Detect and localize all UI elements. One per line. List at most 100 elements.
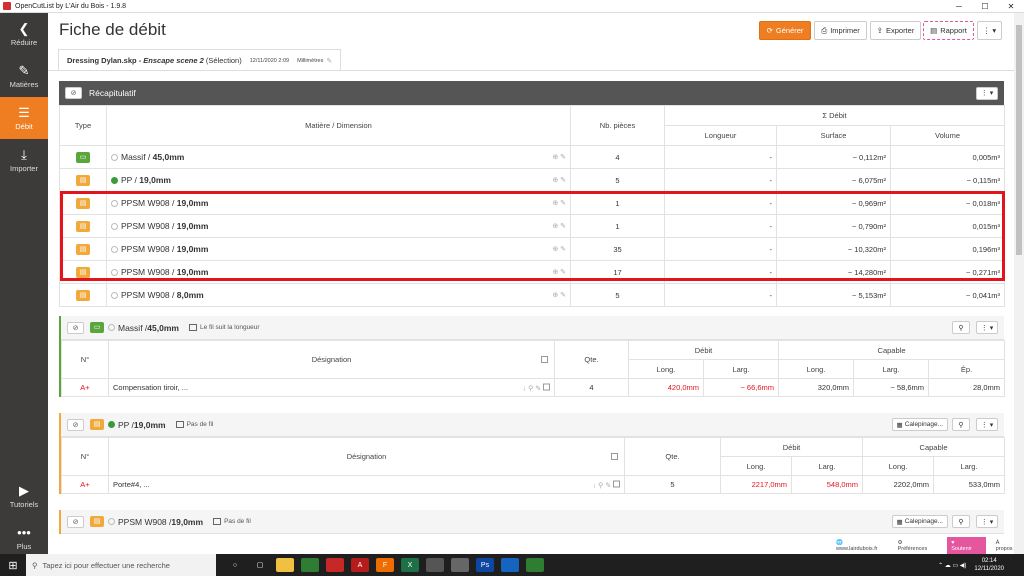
row-actions[interactable]: ⊕ ✎ bbox=[552, 153, 566, 161]
row-actions[interactable]: ⊕ ✎ bbox=[552, 245, 566, 253]
print-button[interactable]: ⎙ Imprimer bbox=[814, 21, 867, 40]
section-material-name: PPSM W908 / bbox=[118, 516, 172, 527]
document-tab[interactable]: Dressing Dylan.skp - Enscape scene 2 (Sé… bbox=[58, 49, 342, 71]
select-all-checkbox[interactable] bbox=[541, 356, 548, 363]
surface-cell: ~ 5,153m² bbox=[776, 283, 891, 307]
scrollbar[interactable] bbox=[1014, 13, 1024, 554]
close-icon[interactable]: ✕ bbox=[998, 2, 1024, 11]
calepinage-button[interactable]: ▦ Calepinage... bbox=[891, 515, 948, 528]
windows-start-icon[interactable]: ⊞ bbox=[0, 554, 26, 576]
sidebar-item-materials[interactable]: ✎ Matières bbox=[0, 55, 48, 97]
row-actions[interactable]: ↓ ⚲ ✎ bbox=[523, 383, 550, 392]
preferences-link[interactable]: ⚙ Préférences bbox=[898, 540, 938, 552]
clock[interactable]: 02:14 12/11/2020 bbox=[974, 557, 1004, 573]
col-designation: Désignation bbox=[108, 437, 625, 476]
about-link[interactable]: À propos bbox=[996, 540, 1014, 552]
row-actions[interactable]: ⊕ ✎ bbox=[552, 291, 566, 299]
col-capable-long: Long. bbox=[862, 456, 935, 476]
maximize-icon[interactable]: ☐ bbox=[972, 2, 998, 11]
row-actions[interactable]: ⊕ ✎ bbox=[552, 268, 566, 276]
pin-icon[interactable]: ⚲ bbox=[952, 515, 970, 528]
table-row[interactable]: A+ Compensation tiroir, ... ↓ ⚲ ✎ 4 420,0… bbox=[61, 378, 1006, 397]
tray-icons[interactable]: ⌃ ☁ ▭ ◀) bbox=[938, 562, 966, 569]
col-qty: Qte. bbox=[554, 340, 629, 379]
taskbar-search[interactable]: ⚲ Tapez ici pour effectuer une recherche bbox=[26, 554, 216, 576]
section-header: ⊘ ▭ Massif / 45,0mm Le fil suit la longu… bbox=[61, 316, 1004, 340]
website-link[interactable]: 🌐 www.lairdubois.fr bbox=[836, 540, 888, 552]
select-all-checkbox[interactable] bbox=[611, 453, 618, 460]
volume-cell: ~ 0,041m³ bbox=[889, 283, 1006, 307]
sidebar-item-reduce[interactable]: ❮ Réduire bbox=[0, 13, 48, 55]
table-row[interactable]: ▤ PPSM W908 / 19,0mm ⊕ ✎ 1- ~ 0,790m² 0,015m³ bbox=[59, 214, 1006, 238]
photoshop-icon[interactable]: Ps bbox=[476, 558, 494, 572]
generate-button[interactable]: ⟳ Générer bbox=[759, 21, 811, 40]
sidebar-item-import[interactable]: ⤓ Importer bbox=[0, 139, 48, 181]
summary-menu-button[interactable]: ⋮ ▾ bbox=[976, 86, 998, 100]
section-menu-button[interactable]: ⋮ ▾ bbox=[976, 321, 998, 334]
sheet-good-icon: ▤ bbox=[76, 243, 90, 255]
page-header: Fiche de débit ⟳ Générer ⎙ Imprimer ⇪ Expor… bbox=[48, 13, 1014, 47]
table-row[interactable]: ▤ PP / 19,0mm ⊕ ✎ 5- ~ 6,075m² ~ 0,115m³ bbox=[59, 168, 1006, 192]
part-num: A+ bbox=[61, 475, 109, 494]
eye-slash-icon[interactable]: ⊘ bbox=[65, 87, 82, 99]
table-row[interactable]: ▤ PPSM W908 / 19,0mm ⊕ ✎ 35- ~ 10,320m² 0,196… bbox=[59, 237, 1006, 261]
section-header: ⊘ ▤ PP / 19,0mm Pas de fil ▦ Calepinage..… bbox=[61, 413, 1004, 437]
table-row[interactable]: ▤ PPSM W908 / 8,0mm ⊕ ✎ 5- ~ 5,153m² ~ 0,041m… bbox=[59, 283, 1006, 307]
table-row[interactable]: ▭ Massif / 45,0mm ⊕ ✎ 4- ~ 0,112m² 0,005m³ bbox=[59, 145, 1006, 169]
count-cell: 1 bbox=[570, 191, 665, 215]
section-header: ⊘ ▤ PPSM W908 / 19,0mm Pas de fil ▦ Calep… bbox=[61, 510, 1004, 534]
file-explorer-icon[interactable] bbox=[276, 558, 294, 572]
row-actions[interactable]: ⊕ ✎ bbox=[552, 176, 566, 184]
app-icon-generic[interactable] bbox=[451, 558, 469, 572]
col-qty: Qte. bbox=[624, 437, 721, 476]
doc-unit: Millimètres bbox=[297, 57, 324, 64]
parts-table: N° Désignation Qte. Débit Capable Long. … bbox=[61, 437, 1006, 494]
table-row[interactable]: ▤ PPSM W908 / 19,0mm ⊕ ✎ 17- ~ 14,280m² ~ 0,2… bbox=[59, 260, 1006, 284]
report-button[interactable]: ▤ Rapport bbox=[923, 21, 974, 40]
count-cell: 5 bbox=[570, 168, 665, 192]
pin-icon[interactable]: ⚲ bbox=[952, 418, 970, 431]
material-color-dot bbox=[111, 177, 118, 185]
part-capable-long: 2202,0mm bbox=[862, 475, 935, 494]
row-actions[interactable]: ⊕ ✎ bbox=[552, 199, 566, 207]
part-designation: Compensation tiroir, ... ↓ ⚲ ✎ bbox=[108, 378, 555, 397]
sidebar: ❮ Réduire ✎ Matières ☰ Débit ⤓ Importer … bbox=[0, 13, 48, 554]
header-menu-button[interactable]: ⋮ ▾ bbox=[977, 21, 1002, 40]
edit-icon[interactable]: ✎ bbox=[326, 57, 332, 65]
chrome-icon[interactable] bbox=[526, 558, 544, 572]
sheet-good-icon: ▤ bbox=[90, 419, 104, 430]
eye-slash-icon[interactable]: ⊘ bbox=[67, 418, 84, 431]
minimize-icon[interactable]: ─ bbox=[946, 2, 972, 11]
section-menu-button[interactable]: ⋮ ▾ bbox=[976, 418, 998, 431]
task-view-icon[interactable]: ▢ bbox=[251, 558, 269, 572]
support-button[interactable]: ♥ Soutenir bbox=[947, 537, 986, 555]
sidebar-item-tutorials[interactable]: ▶ Tutoriels bbox=[0, 475, 48, 517]
app-f-icon[interactable]: F bbox=[376, 558, 394, 572]
export-button[interactable]: ⇪ Exporter bbox=[870, 21, 921, 40]
app-icon-generic[interactable] bbox=[426, 558, 444, 572]
row-actions[interactable]: ↓ ⚲ ✎ bbox=[593, 480, 620, 489]
volume-cell: ~ 0,018m³ bbox=[889, 191, 1006, 215]
part-debit-long: 2217,0mm bbox=[720, 475, 792, 494]
eye-slash-icon[interactable]: ⊘ bbox=[67, 321, 84, 334]
sheet-good-icon: ▤ bbox=[76, 220, 90, 232]
pin-icon[interactable]: ⚲ bbox=[952, 321, 970, 334]
section-material-name: PP / bbox=[118, 419, 134, 430]
row-actions[interactable]: ⊕ ✎ bbox=[552, 222, 566, 230]
table-row[interactable]: A+ Porte#4, ... ↓ ⚲ ✎ 5 2217,0mm 548,0mm … bbox=[61, 475, 1006, 494]
sidebar-item-more[interactable]: ••• Plus bbox=[0, 517, 48, 559]
sketchup-icon[interactable] bbox=[326, 558, 344, 572]
col-sum: Σ Débit bbox=[663, 105, 1006, 126]
outlook-icon[interactable] bbox=[501, 558, 519, 572]
cortana-icon[interactable]: ○ bbox=[226, 558, 244, 572]
calepinage-button[interactable]: ▦ Calepinage... bbox=[891, 418, 948, 431]
section-menu-button[interactable]: ⋮ ▾ bbox=[976, 515, 998, 528]
acrobat-icon[interactable]: A bbox=[351, 558, 369, 572]
sidebar-item-label: Plus bbox=[16, 541, 32, 551]
scrollbar-thumb[interactable] bbox=[1016, 25, 1022, 255]
table-row[interactable]: ▤ PPSM W908 / 19,0mm ⊕ ✎ 1- ~ 0,969m² ~ 0,018… bbox=[59, 191, 1006, 215]
sidebar-item-cutlist[interactable]: ☰ Débit bbox=[0, 97, 48, 139]
chrome-icon[interactable] bbox=[301, 558, 319, 572]
excel-icon[interactable]: X bbox=[401, 558, 419, 572]
eye-slash-icon[interactable]: ⊘ bbox=[67, 515, 84, 528]
